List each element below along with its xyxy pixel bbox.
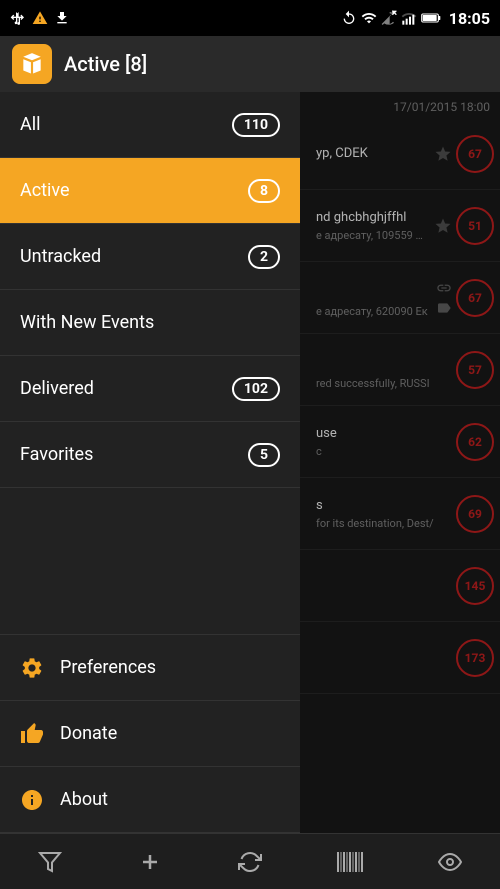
filter-icon <box>38 850 62 874</box>
navigation-drawer: All 110 Active 8 Untracked 2 With New Ev… <box>0 92 300 833</box>
sidebar-item-donate[interactable]: Donate <box>0 701 300 767</box>
status-icons-right: 18:05 <box>341 9 490 28</box>
sidebar-item-active[interactable]: Active 8 <box>0 158 300 224</box>
add-icon <box>138 850 162 874</box>
sidebar-item-label: All <box>20 114 41 135</box>
usb-icon <box>10 10 26 26</box>
download-icon <box>54 10 70 26</box>
time-display: 18:05 <box>449 9 490 28</box>
sidebar-item-badge: 110 <box>232 113 280 137</box>
sidebar-item-label: Untracked <box>20 246 101 267</box>
signal-icon <box>401 10 417 26</box>
status-bar: 18:05 <box>0 0 500 36</box>
sidebar-item-preferences[interactable]: Preferences <box>0 635 300 701</box>
refresh-button[interactable] <box>225 837 275 887</box>
battery-icon <box>421 10 441 26</box>
status-icons-left <box>10 10 70 26</box>
sidebar-item-label: Delivered <box>20 378 94 399</box>
barcode-icon <box>337 850 363 874</box>
add-button[interactable] <box>125 837 175 887</box>
sidebar-item-untracked[interactable]: Untracked 2 <box>0 224 300 290</box>
sidebar-item-badge: 2 <box>248 245 280 269</box>
donate-label: Donate <box>60 723 117 744</box>
sidebar-item-about[interactable]: About <box>0 767 300 833</box>
package-icon <box>19 51 45 77</box>
eye-button[interactable] <box>425 837 475 887</box>
info-icon <box>20 788 44 812</box>
app-logo <box>12 44 52 84</box>
sidebar-item-delivered[interactable]: Delivered 102 <box>0 356 300 422</box>
rotate-icon <box>341 10 357 26</box>
signal-x-icon <box>381 10 397 26</box>
app-title: Active [8] <box>64 52 147 76</box>
sidebar-item-all[interactable]: All 110 <box>0 92 300 158</box>
main-content: 17/01/2015 18:00 ур, CDEK 67 nd ghcbhghj… <box>0 92 500 833</box>
sidebar-item-label: Favorites <box>20 444 93 465</box>
warning-icon <box>32 10 48 26</box>
sidebar-item-label: With New Events <box>20 312 154 333</box>
sidebar-item-badge: 8 <box>248 179 280 203</box>
sidebar-item-favorites[interactable]: Favorites 5 <box>0 422 300 488</box>
preferences-label: Preferences <box>60 657 156 678</box>
thumbsup-icon <box>20 722 44 746</box>
bottom-toolbar <box>0 833 500 889</box>
eye-icon <box>438 850 462 874</box>
app-header: Active [8] <box>0 36 500 92</box>
wifi-icon <box>361 10 377 26</box>
sidebar-item-badge: 5 <box>248 443 280 467</box>
sidebar-item-badge: 102 <box>232 377 280 401</box>
drawer-spacer <box>0 488 300 635</box>
sidebar-item-label: Active <box>20 180 70 201</box>
about-label: About <box>60 789 108 810</box>
filter-button[interactable] <box>25 837 75 887</box>
refresh-icon <box>238 850 262 874</box>
sidebar-item-new-events[interactable]: With New Events <box>0 290 300 356</box>
barcode-button[interactable] <box>325 837 375 887</box>
gear-icon <box>20 656 44 680</box>
